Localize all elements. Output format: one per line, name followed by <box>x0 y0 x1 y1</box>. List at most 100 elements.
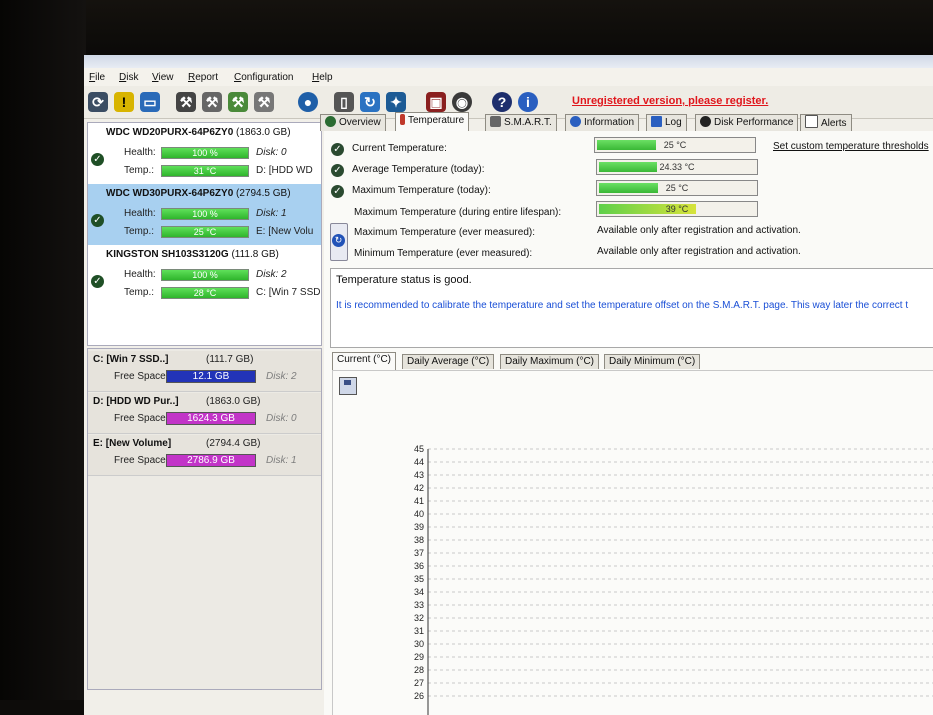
menu-help[interactable]: Help <box>312 72 333 83</box>
subtab-daily-minimum[interactable]: Daily Minimum (°C) <box>604 354 701 369</box>
temp-label: Temp.: <box>124 165 155 176</box>
network-icon[interactable]: ✦ <box>386 92 406 112</box>
menu-configuration[interactable]: Configuration <box>234 72 294 83</box>
status-text: Temperature status is good. <box>336 274 472 286</box>
disk-item-2[interactable]: KINGSTON SH103S3120G (111.8 GB) ✓ Health… <box>88 245 321 306</box>
disk-icon[interactable]: ▭ <box>140 92 160 112</box>
disk-list: WDC WD20PURX-64P6ZY0 (1863.0 GB) ✓ Healt… <box>87 122 322 346</box>
volume-size: (2794.4 GB) <box>206 438 261 449</box>
info-icon[interactable]: i <box>518 92 538 112</box>
ok-check-icon: ✓ <box>331 185 344 198</box>
info-icon <box>570 116 581 127</box>
free-space-bar: 2786.9 GB <box>166 454 256 467</box>
tool-green-icon[interactable]: ⚒ <box>228 92 248 112</box>
warning-icon[interactable]: ! <box>114 92 134 112</box>
monitor-icon[interactable]: ▣ <box>426 92 446 112</box>
menu-bar: File Disk View Report Configuration Help <box>84 68 933 86</box>
health-bar: 100 % <box>161 147 249 159</box>
device-icon[interactable]: ▯ <box>334 92 354 112</box>
shield-icon[interactable]: ◉ <box>452 92 472 112</box>
log-icon <box>651 116 662 127</box>
y-tick-label: 33 <box>414 600 424 610</box>
tab-overview[interactable]: Overview <box>320 114 386 131</box>
temp-label: Temp.: <box>124 226 155 237</box>
gauge-icon <box>700 116 711 127</box>
volume-name: D: [HDD WD Pur..] <box>93 396 179 407</box>
tool-red-icon[interactable]: ⚒ <box>202 92 222 112</box>
y-tick-label: 41 <box>414 496 424 506</box>
custom-thresholds-link[interactable]: Set custom temperature thresholds <box>773 141 929 152</box>
y-tick-label: 35 <box>414 574 424 584</box>
app-window: File Disk View Report Configuration Help… <box>84 55 933 715</box>
y-tick-label: 32 <box>414 613 424 623</box>
disk-number: Disk: 0 <box>256 147 287 158</box>
menu-view[interactable]: View <box>152 72 174 83</box>
unregistered-link[interactable]: Unregistered version, please register. <box>572 95 768 107</box>
y-tick-label: 31 <box>414 626 424 636</box>
max-temp-label: Maximum Temperature (today): <box>352 185 491 196</box>
ever-max-value: Available only after registration and ac… <box>597 225 801 236</box>
menu-disk[interactable]: Disk <box>119 72 138 83</box>
tool-gray-icon[interactable]: ⚒ <box>254 92 274 112</box>
tool-icon[interactable]: ⚒ <box>176 92 196 112</box>
disk-item-1[interactable]: WDC WD30PURX-64P6ZY0 (2794.5 GB) ✓ Healt… <box>88 184 321 245</box>
tab-disk-performance[interactable]: Disk Performance <box>695 114 799 131</box>
globe-icon[interactable]: ● <box>298 92 318 112</box>
tab-information[interactable]: Information <box>565 114 640 131</box>
subtab-current[interactable]: Current (°C) <box>332 352 397 370</box>
ok-check-icon: ✓ <box>91 153 104 166</box>
expand-button[interactable]: ↻ <box>330 223 348 261</box>
disk-name: WDC WD20PURX-64P6ZY0 (1863.0 GB) <box>106 127 291 138</box>
avg-temp-label: Average Temperature (today): <box>352 164 485 175</box>
tab-smart[interactable]: S.M.A.R.T. <box>485 114 557 131</box>
max-temp-bar: 25 °C <box>596 180 758 196</box>
volume-name: E: [New Volume] <box>93 438 172 449</box>
volume-item-0[interactable]: C: [Win 7 SSD..] (111.7 GB) Free Space 1… <box>88 351 321 392</box>
y-tick-label: 34 <box>414 587 424 597</box>
free-space-bar: 1624.3 GB <box>166 412 256 425</box>
ok-check-icon: ✓ <box>91 214 104 227</box>
menu-file[interactable]: File <box>89 72 105 83</box>
health-bar: 100 % <box>161 208 249 220</box>
ok-check-icon: ✓ <box>331 164 344 177</box>
tab-alerts[interactable]: Alerts <box>800 114 852 131</box>
volume-item-2[interactable]: E: [New Volume] (2794.4 GB) Free Space 2… <box>88 435 321 476</box>
y-tick-label: 28 <box>414 665 424 675</box>
volume-size: (1863.0 GB) <box>206 396 261 407</box>
volume-disk: Disk: 2 <box>266 371 297 382</box>
disk-number: Disk: 2 <box>256 269 287 280</box>
y-tick-label: 36 <box>414 561 424 571</box>
drive-letter: E: [New Volu <box>256 226 314 237</box>
health-label: Health: <box>124 208 156 219</box>
volume-size: (111.7 GB) <box>206 354 254 365</box>
drive-letter: D: [HDD WD <box>256 165 313 176</box>
disk-number: Disk: 1 <box>256 208 287 219</box>
volume-name: C: [Win 7 SSD..] <box>93 354 169 365</box>
y-tick-label: 38 <box>414 535 424 545</box>
disk-name: WDC WD30PURX-64P6ZY0 (2794.5 GB) <box>106 188 291 199</box>
help-icon[interactable]: ? <box>492 92 512 112</box>
current-temp-bar: 25 °C <box>594 137 756 153</box>
temp-bar: 31 °C <box>161 165 249 177</box>
temperature-chart: 45 44 43 42 41 40 39 38 37 36 35 34 33 32 31 30 29 28 27 26 <box>332 370 933 715</box>
disk-item-0[interactable]: WDC WD20PURX-64P6ZY0 (1863.0 GB) ✓ Healt… <box>88 123 321 184</box>
tab-log[interactable]: Log <box>646 114 687 131</box>
sync-icon[interactable]: ↻ <box>360 92 380 112</box>
status-box: Temperature status is good. It is recomm… <box>330 268 933 348</box>
lifespan-temp-bar: 39 °C <box>596 201 758 217</box>
disk-icon <box>490 116 501 127</box>
subtab-daily-maximum[interactable]: Daily Maximum (°C) <box>500 354 599 369</box>
y-tick-label: 40 <box>414 509 424 519</box>
tab-temperature[interactable]: Temperature <box>395 112 470 132</box>
check-icon <box>325 116 336 127</box>
current-temp-label: Current Temperature: <box>352 143 447 154</box>
avg-temp-bar: 24.33 °C <box>596 159 758 175</box>
menu-report[interactable]: Report <box>188 72 218 83</box>
volume-item-1[interactable]: D: [HDD WD Pur..] (1863.0 GB) Free Space… <box>88 393 321 434</box>
subtab-daily-average[interactable]: Daily Average (°C) <box>402 354 495 369</box>
monitor-bezel-left <box>0 0 86 700</box>
ever-min-label: Minimum Temperature (ever measured): <box>354 248 533 259</box>
y-tick-label: 37 <box>414 548 424 558</box>
refresh-icon[interactable]: ⟳ <box>88 92 108 112</box>
temp-bar: 28 °C <box>161 287 249 299</box>
